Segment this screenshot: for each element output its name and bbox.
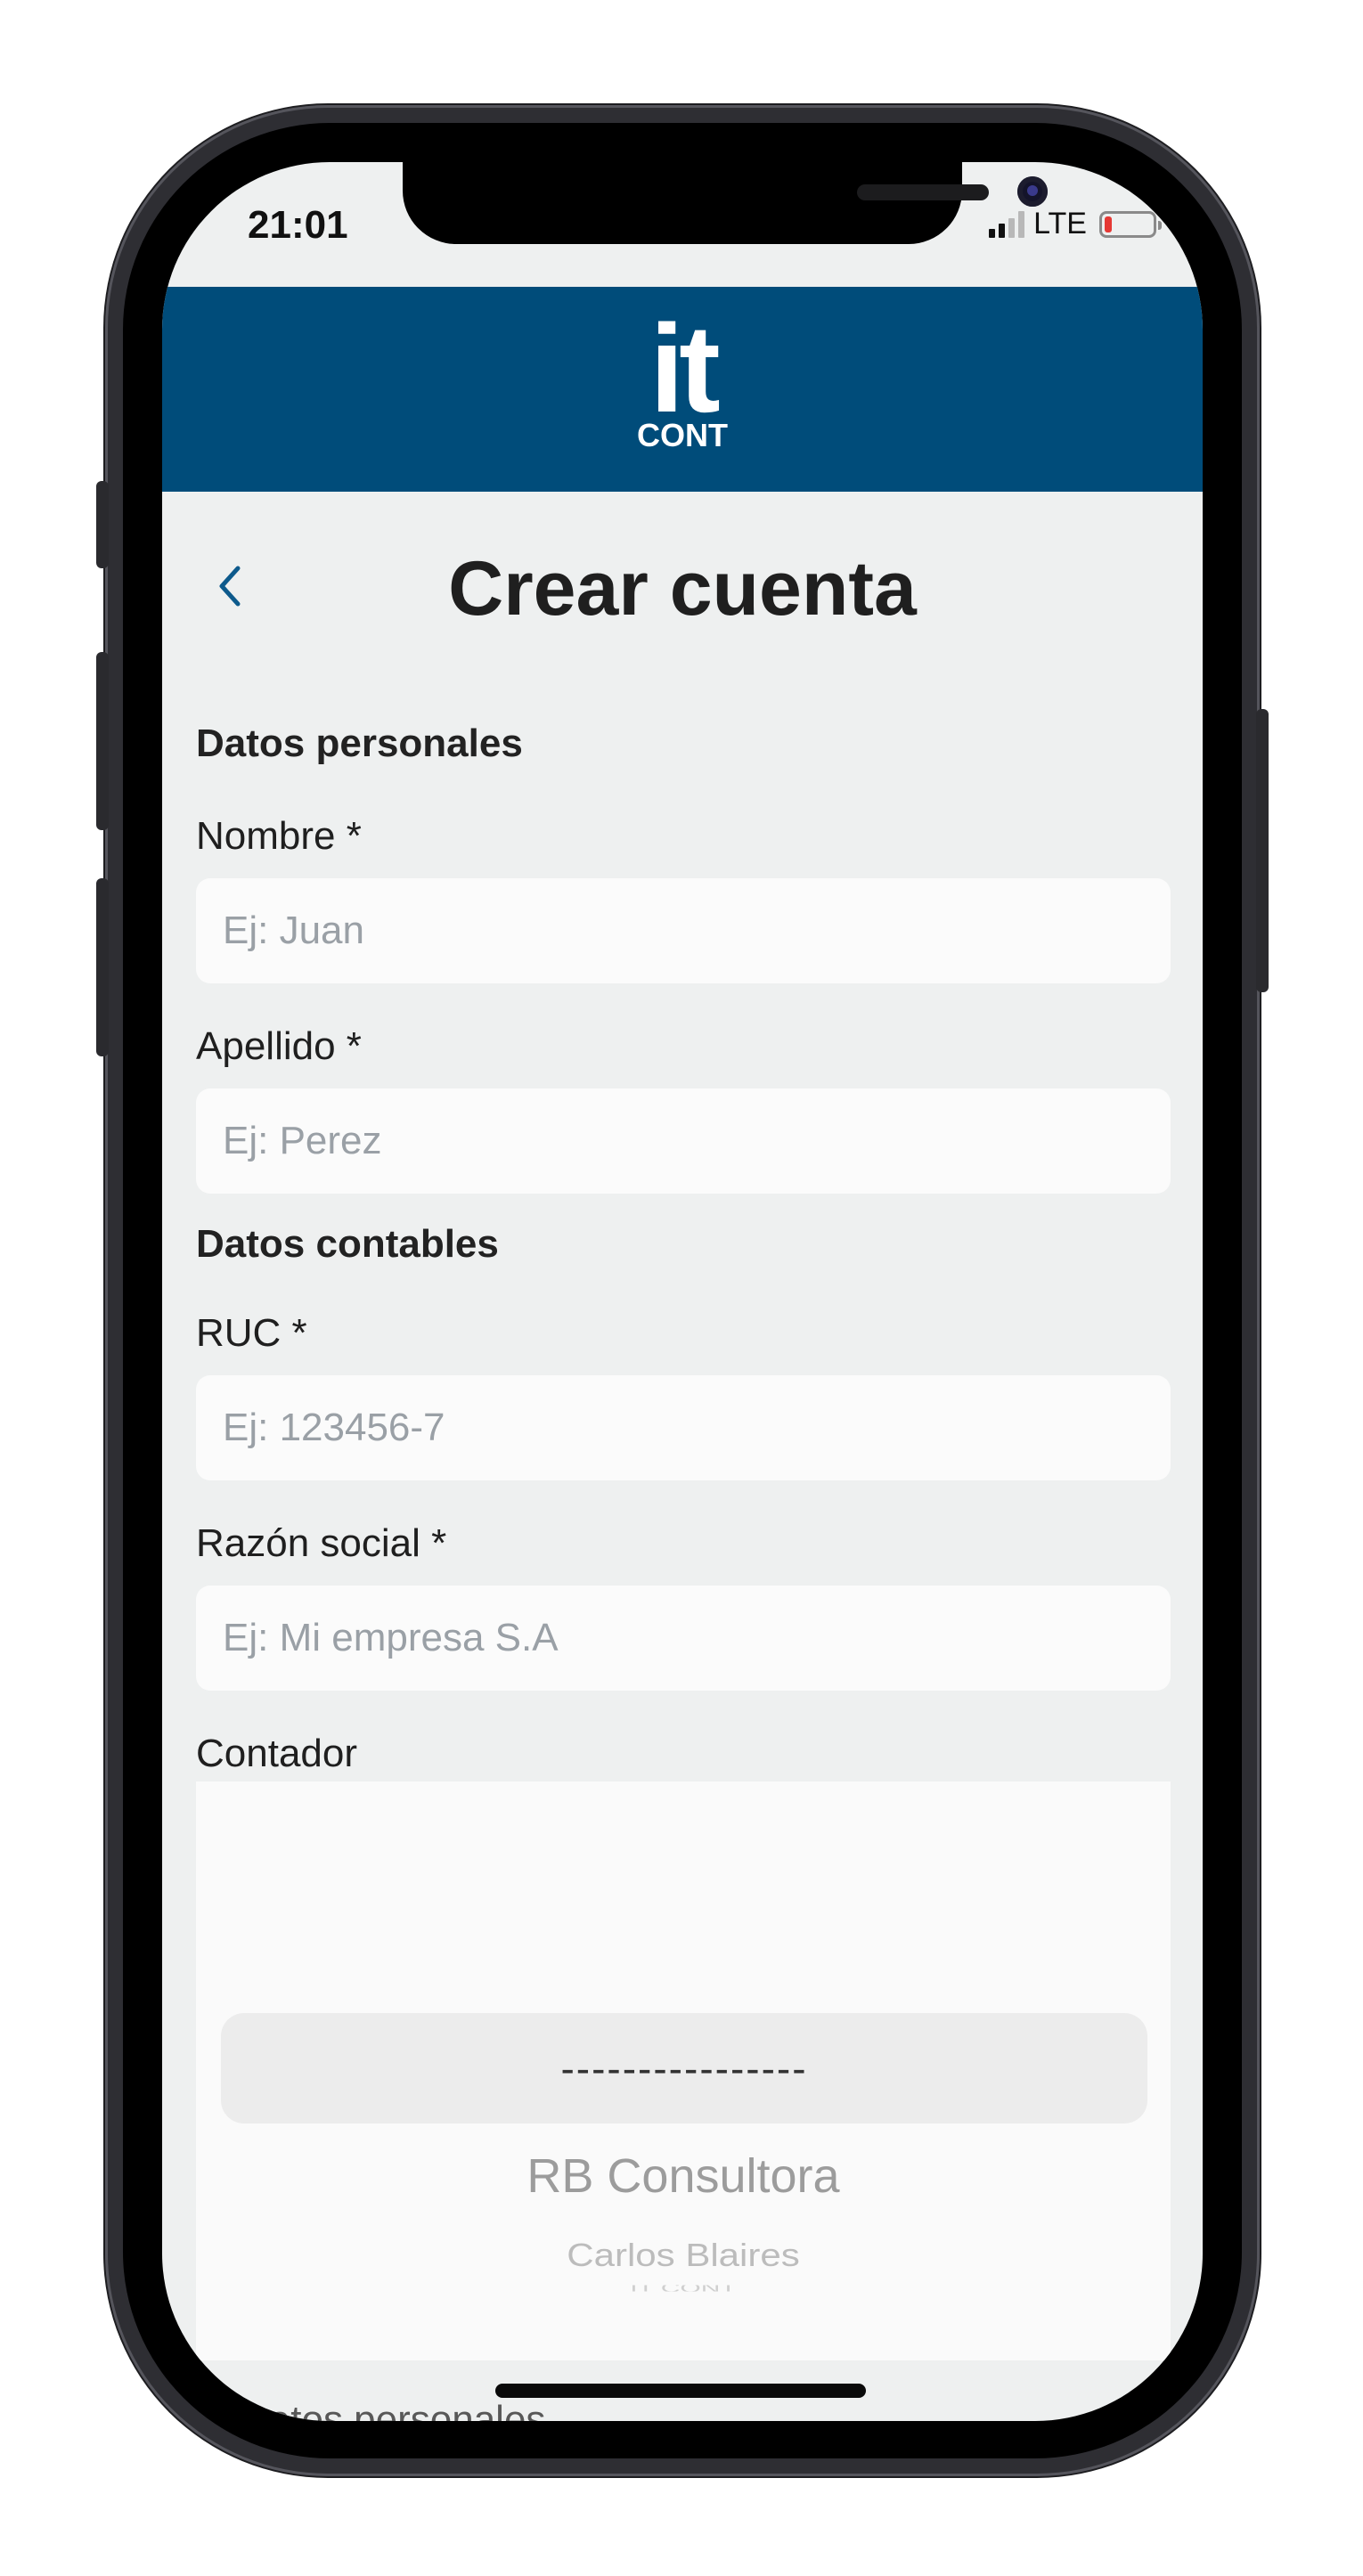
speaker-grille xyxy=(857,184,989,200)
volume-up-button xyxy=(96,652,109,830)
logo-it: it xyxy=(649,298,720,438)
apellido-input[interactable] xyxy=(196,1088,1171,1194)
mute-switch xyxy=(96,481,109,568)
razon-social-input[interactable] xyxy=(196,1586,1171,1691)
home-indicator[interactable] xyxy=(495,2384,866,2398)
status-indicators: LTE xyxy=(989,207,1162,241)
volume-down-button xyxy=(96,878,109,1056)
battery-icon xyxy=(1099,210,1162,238)
picker-option[interactable]: Carlos Blaires xyxy=(196,2238,1171,2274)
battery-level xyxy=(1105,216,1112,232)
section-title-contable: Datos contables xyxy=(196,1222,499,1266)
scroll-peek-text: Datos personales xyxy=(241,2398,546,2421)
signal-icon xyxy=(989,210,1025,238)
network-label: LTE xyxy=(1033,207,1087,240)
ruc-input[interactable] xyxy=(196,1375,1171,1480)
nombre-label: Nombre * xyxy=(196,814,362,858)
ruc-label: RUC * xyxy=(196,1311,307,1355)
contador-label: Contador xyxy=(196,1732,358,1775)
phone-screen: 21:01 LTE it CONT Crear cuenta Datos per… xyxy=(162,162,1203,2421)
page-title: Crear cuenta xyxy=(448,546,917,632)
status-time: 21:01 xyxy=(248,203,348,247)
picker-option[interactable]: IT CONT xyxy=(196,2286,1171,2292)
notch xyxy=(403,162,1048,244)
power-button xyxy=(1256,709,1269,992)
front-camera xyxy=(1017,176,1048,207)
razon-social-label: Razón social * xyxy=(196,1521,447,1565)
nombre-input[interactable] xyxy=(196,878,1171,983)
section-title-personal: Datos personales xyxy=(196,721,523,765)
app-header: it CONT xyxy=(162,287,1203,492)
picker-selected-option[interactable]: ---------------- xyxy=(221,2013,1147,2124)
apellido-label: Apellido * xyxy=(196,1024,362,1068)
logo-cont: CONT xyxy=(637,417,728,453)
contador-picker[interactable]: ---------------- RB Consultora Carlos Bl… xyxy=(196,1781,1171,2360)
picker-option[interactable]: RB Consultora xyxy=(196,2148,1171,2204)
